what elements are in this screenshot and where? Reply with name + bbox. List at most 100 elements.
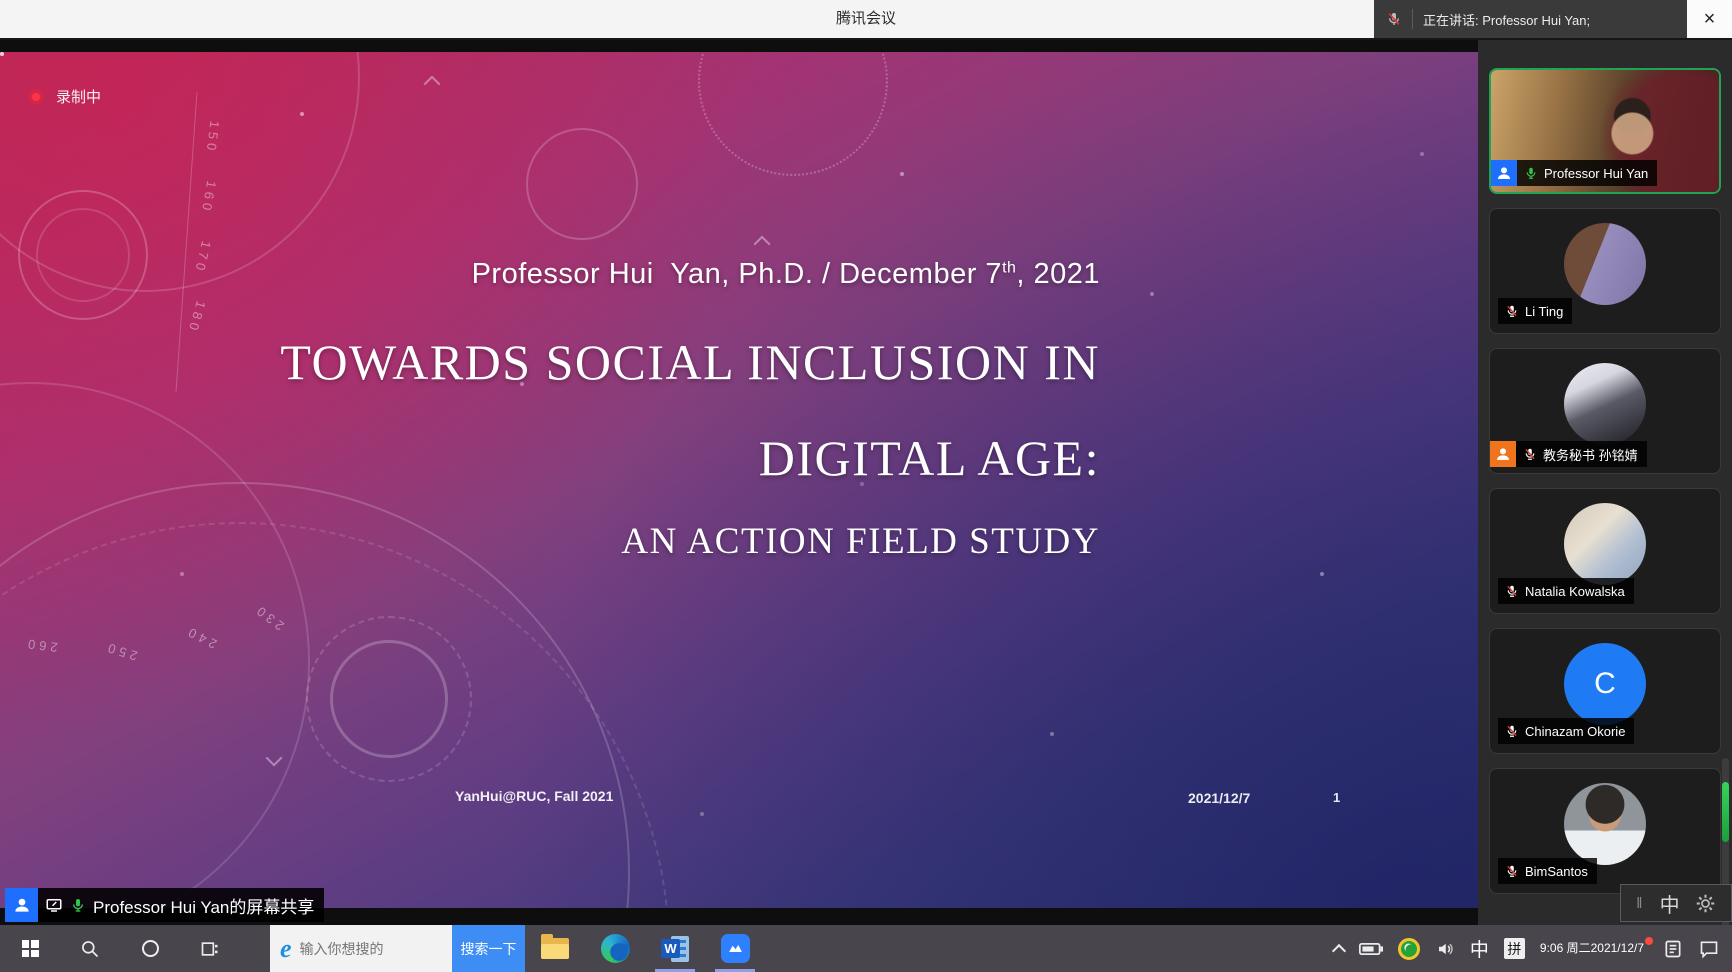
cortana-button[interactable] (120, 925, 180, 972)
participant-name-row: Chinazam Okorie (1498, 718, 1634, 744)
action-center-icon (1698, 939, 1720, 959)
decor-dial-number: 240 (182, 623, 219, 652)
avatar: C (1564, 643, 1646, 725)
avatar (1564, 503, 1646, 585)
mic-muted-icon (1386, 11, 1402, 27)
mic-muted-icon (1505, 304, 1519, 318)
scrollbar-thumb[interactable] (1722, 782, 1729, 842)
title-bar: 腾讯会议 正在讲话: Professor Hui Yan; × (0, 0, 1732, 40)
speaking-indicator: 正在讲话: Professor Hui Yan; (1374, 0, 1687, 38)
action-center-button[interactable] (1698, 939, 1720, 959)
recording-label: 录制中 (56, 86, 101, 107)
search-go-button[interactable]: 搜索一下 (452, 925, 525, 972)
share-banner-body: Professor Hui Yan的屏幕共享 (38, 888, 324, 922)
participant-tile-natalia-kowalska[interactable]: Natalia Kowalska (1489, 488, 1721, 614)
decor-dial-number: 230 (251, 601, 287, 633)
volume-tray-item[interactable] (1435, 940, 1455, 958)
word-icon: W (661, 935, 689, 963)
participant-tile-professor-hui-yan[interactable]: Professor Hui Yan (1489, 68, 1721, 194)
pinyin-icon: 拼 (1504, 938, 1525, 959)
mic-muted-icon (1505, 864, 1519, 878)
byline-pre: Professor Hui Yan, Ph.D. / December 7 (472, 258, 1002, 290)
battery-tray-item[interactable] (1359, 942, 1383, 956)
search-input[interactable] (300, 941, 420, 957)
gear-icon[interactable] (1695, 893, 1716, 914)
tencent-meeting-icon (721, 934, 750, 963)
task-view-icon (200, 939, 220, 959)
decor-ring (18, 190, 148, 320)
screen-share-area: 150 160 170 180 230 240 250 260 录制中 Prof… (0, 40, 1478, 925)
file-explorer-button[interactable] (525, 925, 585, 972)
slide-footer-date: 2021/12/7 (1188, 790, 1250, 806)
mic-muted-icon (1505, 724, 1519, 738)
web-search-deskband: e 搜索一下 (270, 925, 525, 972)
mic-muted-icon (1505, 584, 1519, 598)
mic-on-icon (1524, 166, 1538, 180)
edge-button[interactable] (585, 925, 645, 972)
participant-name-row: BimSantos (1498, 858, 1597, 884)
tencent-meeting-button[interactable] (705, 925, 765, 972)
battery-icon (1359, 942, 1383, 956)
participant-tile-sun-mingjing[interactable]: 教务秘书 孙铭婧 (1489, 348, 1721, 474)
participant-tile-bimsantos[interactable]: BimSantos (1489, 768, 1721, 894)
name-pill: Natalia Kowalska (1498, 578, 1634, 604)
participant-name: Li Ting (1525, 304, 1563, 319)
speaking-label: 正在讲话: Professor Hui Yan; (1423, 10, 1590, 29)
divider (1412, 9, 1413, 29)
byline-post: , 2021 (1016, 258, 1100, 290)
edge-icon (601, 934, 630, 963)
avatar-letter: C (1594, 667, 1616, 701)
decor-ring (306, 616, 472, 782)
decor-ring (526, 128, 638, 240)
name-pill: Professor Hui Yan (1517, 160, 1657, 186)
decor-ring (330, 640, 448, 758)
decor-ring (698, 52, 888, 176)
decor-dial-number: 150 (203, 120, 222, 155)
host-badge-icon (1490, 441, 1516, 467)
member-badge-icon (5, 888, 38, 922)
notes-icon (1663, 938, 1683, 960)
decor-dial-number: 170 (192, 239, 214, 275)
hidden-icons-chevron[interactable] (1334, 942, 1344, 956)
participant-sidebar: Professor Hui Yan Li Ting (1478, 40, 1732, 925)
drag-handle-icon[interactable]: ‖ (1636, 895, 1644, 912)
search-icon (80, 939, 100, 959)
chevron-up-icon (1332, 943, 1346, 957)
participant-name: Natalia Kowalska (1525, 584, 1625, 599)
slide-byline: Professor Hui Yan, Ph.D. / December 7th,… (280, 258, 1100, 291)
clock[interactable]: 9:06 周二 2021/12/7 (1540, 940, 1648, 957)
participant-name-row: Professor Hui Yan (1491, 160, 1657, 186)
windows-logo-icon (22, 940, 39, 957)
ime-toolbar[interactable]: ‖ 中 (1620, 884, 1732, 922)
participant-name-row: Li Ting (1498, 298, 1572, 324)
member-badge-icon (1491, 160, 1517, 186)
slide-footer-credit: YanHui@RUC, Fall 2021 (455, 788, 613, 804)
avatar (1564, 223, 1646, 305)
close-button[interactable]: × (1687, 0, 1732, 38)
ie-browser-icon: e (280, 936, 292, 962)
word-button[interactable]: W (645, 925, 705, 972)
search-input-wrap: e (270, 925, 452, 972)
meeting-window: 腾讯会议 正在讲话: Professor Hui Yan; × (0, 0, 1732, 972)
security-tray-item[interactable] (1398, 938, 1420, 960)
slide-title-line2: DIGITAL AGE: (280, 429, 1100, 487)
notes-tray-item[interactable] (1663, 938, 1683, 960)
ime-layout-tray[interactable]: 拼 (1504, 938, 1525, 959)
ime-mode-toggle[interactable]: 中 (1660, 889, 1680, 918)
search-button-taskbar[interactable] (60, 925, 120, 972)
decor-arrow-icon (266, 750, 283, 767)
decor-arrow-icon (754, 236, 771, 253)
start-button[interactable] (0, 925, 60, 972)
folder-icon (541, 938, 569, 959)
name-pill: BimSantos (1498, 858, 1597, 884)
participant-tile-li-ting[interactable]: Li Ting (1489, 208, 1721, 334)
participant-tile-chinazam-okorie[interactable]: C Chinazam Okorie (1489, 628, 1721, 754)
presentation-slide: 150 160 170 180 230 240 250 260 录制中 Prof… (0, 52, 1478, 908)
decor-ring (36, 208, 130, 302)
ime-mode-tray[interactable]: 中 (1470, 935, 1489, 962)
slide-page-number: 1 (1333, 790, 1340, 805)
clock-date: 2021/12/7 (1591, 940, 1644, 957)
task-view-button[interactable] (180, 925, 240, 972)
mic-on-icon (70, 897, 86, 913)
notification-dot-icon (1645, 937, 1653, 945)
